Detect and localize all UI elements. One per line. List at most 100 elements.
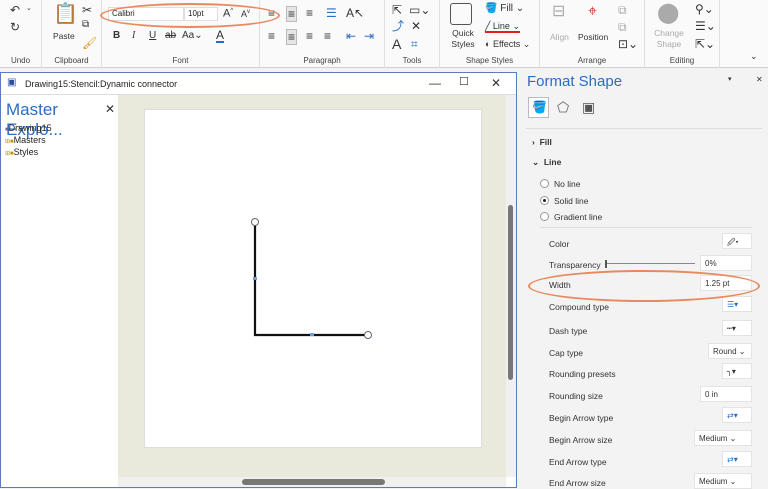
close-x-icon[interactable]: ✕: [411, 20, 421, 32]
text-direction-icon[interactable]: A↖: [346, 7, 364, 19]
begin-point-handle[interactable]: [251, 218, 259, 226]
quick-styles-icon[interactable]: [450, 3, 472, 25]
cap-type-label: Cap type: [549, 348, 584, 358]
group-label: Arrange: [577, 56, 607, 65]
begin-arrow-size-select[interactable]: Medium ⌄: [694, 430, 752, 446]
line-section-header[interactable]: ⌄ Line: [532, 157, 561, 168]
paste-icon[interactable]: 📋: [53, 4, 78, 24]
font-color-icon[interactable]: A: [216, 29, 225, 43]
justify-icon[interactable]: ≡: [324, 30, 331, 42]
pane-close-icon[interactable]: ✕: [756, 76, 763, 84]
align-button: Align: [550, 32, 569, 42]
drawing-canvas[interactable]: [118, 95, 506, 477]
change-case-icon[interactable]: Aa⌄: [182, 31, 203, 41]
align-bottom-icon[interactable]: ≡: [306, 7, 313, 19]
align-middle-icon[interactable]: ≡: [286, 6, 298, 22]
effects-button[interactable]: ◐ Effects ⌄: [485, 40, 530, 49]
connection-point-icon[interactable]: ⌗: [411, 38, 418, 50]
solid-line-radio[interactable]: [540, 196, 549, 205]
explorer-close-icon[interactable]: ✕: [105, 103, 115, 115]
change-shape-button: Change Shape: [654, 28, 684, 49]
collapse-ribbon-icon[interactable]: ⌄: [750, 52, 758, 61]
group-label: Tools: [402, 56, 422, 65]
tree-item-drawing[interactable]: ■Drawing15: [5, 123, 52, 133]
align-center-icon[interactable]: ≡: [286, 29, 298, 45]
group-icon[interactable]: ⊡⌄: [618, 38, 638, 50]
midpoint-handle[interactable]: [310, 333, 314, 336]
increase-indent-icon[interactable]: ⇥: [364, 30, 374, 42]
rounding-presets-picker[interactable]: ╮▾: [722, 363, 752, 379]
undo-icon[interactable]: ↶: [10, 4, 20, 16]
vertical-scrollbar[interactable]: [506, 95, 516, 477]
explorer-title: Master Explo...: [6, 100, 63, 139]
color-picker[interactable]: 🖉▾: [722, 233, 752, 249]
connector-tool-icon[interactable]: ⤴: [392, 20, 404, 32]
redo-icon[interactable]: ↻: [10, 21, 20, 33]
fill-line-tab-icon[interactable]: 🪣: [528, 97, 549, 118]
quick-styles-button[interactable]: Quick Styles: [446, 28, 480, 49]
no-line-radio[interactable]: [540, 179, 549, 188]
size-properties-tab-icon[interactable]: ▣: [582, 100, 595, 114]
transparency-slider[interactable]: [605, 260, 695, 268]
fill-section-header[interactable]: › Fill: [532, 137, 552, 147]
transparency-slider-thumb[interactable]: [605, 260, 607, 268]
underline-icon[interactable]: U: [149, 31, 156, 41]
find-icon[interactable]: ⚲⌄: [695, 3, 714, 15]
pane-title: Format Shape: [527, 73, 623, 90]
rectangle-tool-icon[interactable]: ▭⌄: [409, 4, 430, 16]
master-explorer: Master Explo... ✕ ■Drawing15 ⊞■Masters ⊞…: [1, 95, 118, 487]
group-label: Clipboard: [54, 56, 89, 65]
paste-button[interactable]: Paste: [53, 31, 75, 41]
align-right-icon[interactable]: ≡: [306, 30, 313, 42]
position-icon[interactable]: ⌖: [588, 4, 597, 20]
transparency-input[interactable]: 0%: [700, 255, 752, 271]
layers-icon[interactable]: ☰⌄: [695, 20, 716, 32]
no-line-label: No line: [554, 179, 581, 189]
end-point-handle[interactable]: [364, 331, 372, 339]
align-left-icon[interactable]: ≡: [268, 30, 275, 42]
end-arrow-type-label: End Arrow type: [549, 457, 607, 467]
minimize-icon[interactable]: —: [429, 77, 441, 89]
cap-type-value: Round: [713, 347, 737, 356]
compound-type-picker[interactable]: ☰▾: [722, 296, 752, 312]
gradient-line-label: Gradient line: [554, 212, 603, 222]
text-tool-icon[interactable]: A: [392, 37, 401, 51]
tree-item-styles[interactable]: ⊞■Styles: [5, 147, 38, 157]
horizontal-scrollbar[interactable]: [118, 477, 506, 487]
fill-button[interactable]: 🪣 Fill ⌄: [485, 4, 524, 14]
fill-section-label: Fill: [539, 137, 552, 147]
format-painter-icon[interactable]: 🖌: [82, 37, 97, 49]
effects-label: Effects: [492, 39, 521, 49]
vertical-scroll-thumb[interactable]: [508, 205, 513, 380]
close-icon[interactable]: ✕: [491, 77, 501, 89]
select-icon[interactable]: ⇱⌄: [695, 38, 715, 50]
pointer-tool-icon[interactable]: ⇱: [392, 4, 402, 16]
maximize-icon[interactable]: ☐: [459, 77, 469, 88]
line-button[interactable]: ╱ Line ⌄: [485, 22, 520, 33]
horizontal-scroll-thumb[interactable]: [242, 479, 385, 485]
bullets-icon[interactable]: ☰: [326, 7, 337, 19]
decrease-indent-icon[interactable]: ⇤: [346, 30, 356, 42]
connector-shape[interactable]: [118, 95, 506, 477]
group-label: Editing: [669, 56, 695, 65]
copy-icon[interactable]: ⧉: [82, 20, 89, 30]
cap-type-select[interactable]: Round ⌄: [708, 343, 752, 359]
pane-options-icon[interactable]: ▾: [728, 76, 732, 83]
cut-icon[interactable]: ✂: [82, 4, 92, 16]
position-button[interactable]: Position: [578, 32, 608, 42]
begin-arrow-size-label: Begin Arrow size: [549, 435, 613, 445]
connector-line[interactable]: [253, 222, 368, 337]
tree-item-masters[interactable]: ⊞■Masters: [5, 135, 46, 145]
gradient-line-radio[interactable]: [540, 212, 549, 221]
visio-icon: ▣: [7, 77, 17, 88]
end-arrow-type-picker[interactable]: ⇄▾: [722, 451, 752, 467]
effects-tab-icon[interactable]: ⬠: [557, 100, 569, 114]
italic-icon[interactable]: I: [132, 31, 135, 41]
strikethrough-icon[interactable]: ab: [165, 31, 176, 41]
begin-arrow-type-picker[interactable]: ⇄▾: [722, 407, 752, 423]
end-arrow-size-select[interactable]: Medium ⌄: [694, 473, 752, 489]
rounding-size-input[interactable]: 0 in: [700, 386, 752, 402]
midpoint-handle[interactable]: [253, 277, 257, 280]
bold-icon[interactable]: B: [113, 31, 120, 41]
dash-type-picker[interactable]: ┅▾: [722, 320, 752, 336]
